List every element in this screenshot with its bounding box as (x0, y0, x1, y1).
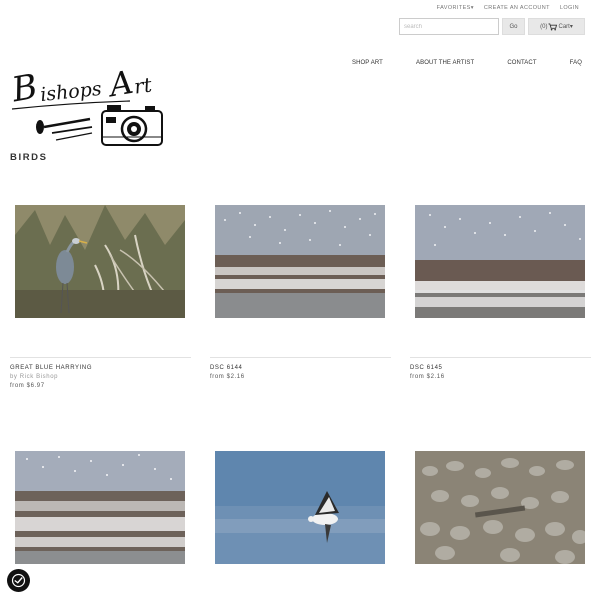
main-nav: SHOP ART ABOUT THE ARTIST CONTACT FAQ (352, 60, 582, 66)
search-input[interactable] (399, 18, 499, 35)
site-logo[interactable]: B ishops A rt (8, 45, 170, 150)
cart-icon (548, 22, 558, 30)
artwork-thumbnail[interactable] (15, 205, 185, 318)
utility-nav: FAVORITES▾ CREATE AN ACCOUNT LOGIN (437, 5, 579, 11)
logo-artwork: B ishops A rt (8, 63, 163, 146)
search-bar: Go (0) Cart▾ (399, 18, 585, 35)
cart-label: Cart▾ (558, 24, 573, 30)
flock-photo (15, 451, 185, 564)
nav-contact[interactable]: CONTACT (507, 60, 536, 66)
svg-text:A: A (104, 63, 136, 105)
heron-photo (15, 205, 185, 318)
artwork-caption: DSC 6144 from $2.16 (210, 364, 245, 382)
page-title: BIRDS (10, 152, 48, 163)
floating-badge-button[interactable] (7, 569, 30, 592)
item-divider (10, 357, 191, 358)
cart-count: (0) (540, 23, 548, 30)
artwork-thumbnail[interactable] (415, 205, 585, 318)
artist-byline[interactable]: by Rick Bishop (10, 373, 92, 382)
nav-shop-art[interactable]: SHOP ART (352, 60, 383, 66)
artwork-price: from $6.97 (10, 383, 45, 389)
favorites-link[interactable]: FAVORITES▾ (437, 5, 474, 11)
create-account-link[interactable]: CREATE AN ACCOUNT (484, 5, 550, 11)
nav-about-the-artist[interactable]: ABOUT THE ARTIST (416, 60, 474, 66)
flock-photo (415, 205, 585, 318)
artwork-price: from $2.16 (410, 374, 445, 380)
nav-faq[interactable]: FAQ (570, 60, 582, 66)
artwork-caption: DSC 6145 from $2.16 (410, 364, 445, 382)
flock-photo (215, 205, 385, 318)
item-divider (210, 357, 391, 358)
svg-text:B: B (10, 67, 40, 111)
artwork-thumbnail[interactable] (15, 451, 185, 564)
cart-button[interactable]: (0) Cart▾ (528, 18, 585, 35)
check-clock-icon (11, 573, 26, 588)
artwork-title[interactable]: DSC 6144 (210, 364, 245, 373)
artwork-price: from $2.16 (210, 374, 245, 380)
snow-goose-photo (215, 451, 385, 564)
artwork-title[interactable]: GREAT BLUE HARRYING (10, 364, 92, 373)
artwork-thumbnail[interactable] (215, 451, 385, 564)
go-button[interactable]: Go (502, 18, 525, 35)
svg-text:ishops: ishops (39, 78, 103, 106)
login-link[interactable]: LOGIN (560, 5, 579, 11)
artwork-title[interactable]: DSC 6145 (410, 364, 445, 373)
artwork-thumbnail[interactable] (215, 205, 385, 318)
item-divider (410, 357, 591, 358)
cranes-photo (415, 451, 585, 564)
artwork-caption: GREAT BLUE HARRYING by Rick Bishop from … (10, 364, 92, 391)
artwork-thumbnail[interactable] (415, 451, 585, 564)
svg-text:rt: rt (133, 72, 155, 98)
